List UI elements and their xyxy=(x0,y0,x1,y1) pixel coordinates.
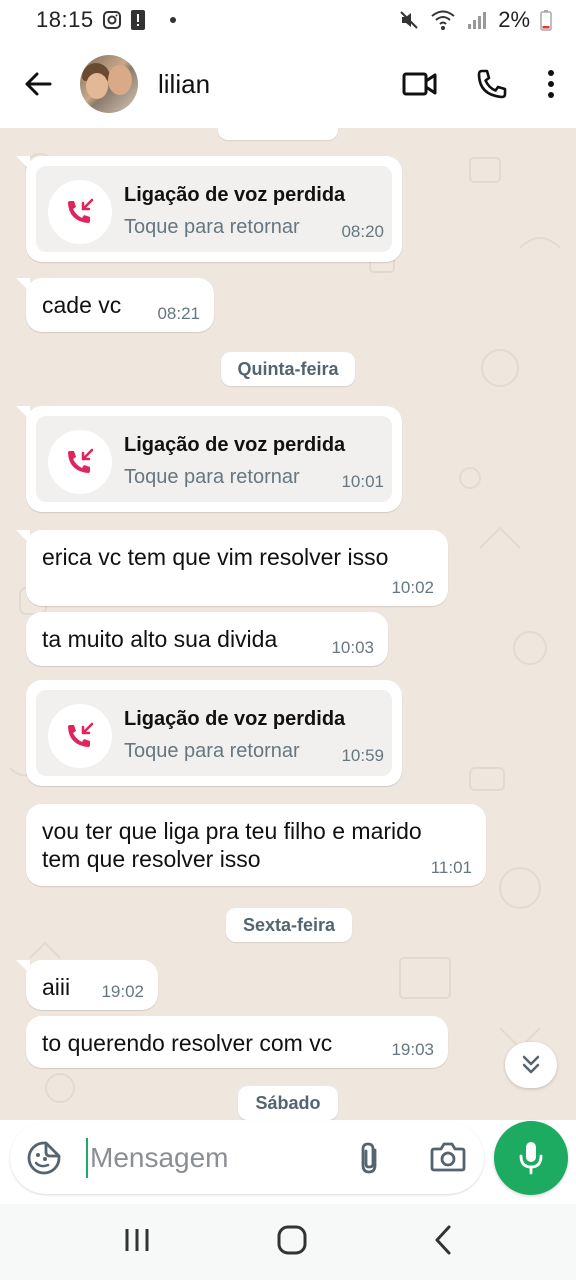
scroll-to-bottom-button[interactable] xyxy=(505,1042,557,1088)
message-bubble[interactable]: cade vc 08:21 xyxy=(16,278,214,332)
chevron-left-icon xyxy=(435,1225,451,1254)
call-title: Ligação de voz perdida xyxy=(124,434,346,456)
home-button[interactable] xyxy=(276,1224,308,1261)
message-bubble[interactable]: erica vc tem que vim resolver isso 10:02 xyxy=(16,530,448,606)
message-input[interactable] xyxy=(90,1136,340,1180)
paperclip-icon xyxy=(361,1142,377,1174)
chat-area[interactable]: Ligação de voz perdida Toque para retorn… xyxy=(0,128,576,1120)
camera-button[interactable] xyxy=(430,1140,466,1179)
message-time: 10:01 xyxy=(341,472,384,491)
system-navigation-bar xyxy=(0,1204,576,1280)
date-chip: Sábado xyxy=(238,1086,338,1120)
more-vert-icon xyxy=(548,70,554,98)
message-bubble[interactable]: aiii 19:02 xyxy=(16,960,158,1010)
more-options-button[interactable] xyxy=(546,69,556,99)
battery-percent: 2% xyxy=(498,7,530,32)
call-subtitle: Toque para retornar xyxy=(124,216,300,238)
missed-call-bubble[interactable]: Ligação de voz perdida Toque para retorn… xyxy=(16,156,402,262)
wifi-icon xyxy=(431,10,455,30)
message-time: 10:03 xyxy=(331,638,374,657)
camera-icon xyxy=(430,1142,466,1172)
call-card[interactable]: Ligação de voz perdida Toque para retorn… xyxy=(36,416,392,502)
date-chip: Quinta-feira xyxy=(221,352,355,386)
phone-icon xyxy=(477,69,507,99)
date-chip-partial xyxy=(218,128,338,140)
message-text-line2: tem que resolver isso xyxy=(42,846,261,872)
instagram-icon xyxy=(102,11,121,29)
call-title: Ligação de voz perdida xyxy=(124,184,346,206)
message-time: 19:03 xyxy=(391,1040,434,1059)
back-button[interactable] xyxy=(18,64,58,104)
chat-header: lilian xyxy=(0,40,576,128)
missed-call-bubble[interactable]: Ligação de voz perdida Toque para retorn… xyxy=(26,680,402,786)
missed-call-bubble[interactable]: Ligação de voz perdida Toque para retorn… xyxy=(16,406,402,512)
message-text: ta muito alto sua divida xyxy=(42,626,278,652)
message-bubble[interactable]: to querendo resolver com vc 19:03 xyxy=(26,1016,448,1068)
call-title: Ligação de voz perdida xyxy=(124,708,346,730)
message-time: 19:02 xyxy=(101,982,144,1001)
alert-icon xyxy=(130,10,145,30)
call-icon-wrap xyxy=(48,180,112,244)
message-time: 08:20 xyxy=(341,222,384,241)
message-text: aiii xyxy=(42,974,71,1000)
call-card[interactable]: Ligação de voz perdida Toque para retorn… xyxy=(36,166,392,252)
status-bar: 18:15 2% xyxy=(0,0,576,40)
status-left-icons xyxy=(102,9,176,31)
message-text: vou ter que liga pra teu filho e marido xyxy=(42,818,422,844)
call-subtitle: Toque para retornar xyxy=(124,740,300,762)
message-bubble[interactable]: ta muito alto sua divida 10:03 xyxy=(26,612,388,666)
message-text: to querendo resolver com vc xyxy=(42,1030,333,1056)
video-camera-icon xyxy=(402,72,437,96)
date-chip: Sexta-feira xyxy=(226,908,352,942)
call-card[interactable]: Ligação de voz perdida Toque para retorn… xyxy=(36,690,392,776)
message-time: 10:59 xyxy=(341,746,384,765)
message-text: erica vc tem que vim resolver isso xyxy=(42,544,389,570)
message-time: 11:01 xyxy=(430,858,472,877)
recent-apps-icon xyxy=(125,1228,149,1251)
call-subtitle: Toque para retornar xyxy=(124,466,300,488)
contact-name[interactable]: lilian xyxy=(158,69,402,100)
notification-dot-icon xyxy=(169,17,176,23)
mute-icon xyxy=(400,11,418,29)
message-composer xyxy=(10,1122,484,1194)
voice-call-button[interactable] xyxy=(476,68,508,100)
microphone-icon xyxy=(519,1142,543,1175)
missed-call-icon xyxy=(68,722,94,747)
video-call-button[interactable] xyxy=(402,70,438,98)
missed-call-icon xyxy=(68,448,94,473)
voice-message-button[interactable] xyxy=(494,1121,568,1195)
message-text: cade vc xyxy=(42,292,122,318)
status-time: 18:15 xyxy=(36,7,94,32)
system-back-button[interactable] xyxy=(432,1224,454,1261)
recent-apps-button[interactable] xyxy=(122,1226,152,1259)
message-bubble[interactable]: vou ter que liga pra teu filho e marido … xyxy=(26,804,486,886)
home-icon xyxy=(277,1225,307,1254)
double-chevron-down-icon xyxy=(522,1055,540,1074)
message-time: 08:21 xyxy=(157,304,200,323)
sticker-icon xyxy=(27,1141,61,1175)
attach-button[interactable] xyxy=(356,1140,384,1181)
call-icon-wrap xyxy=(48,430,112,494)
signal-icon xyxy=(468,12,487,29)
call-icon-wrap xyxy=(48,704,112,768)
status-right-icons: 2% xyxy=(398,7,552,33)
arrow-left-icon xyxy=(25,72,52,96)
header-actions xyxy=(402,68,556,100)
avatar[interactable] xyxy=(80,55,138,113)
missed-call-icon xyxy=(68,198,94,223)
emoji-button[interactable] xyxy=(26,1140,62,1181)
message-time: 10:02 xyxy=(391,578,434,597)
text-cursor xyxy=(86,1138,88,1178)
battery-icon xyxy=(540,10,552,31)
